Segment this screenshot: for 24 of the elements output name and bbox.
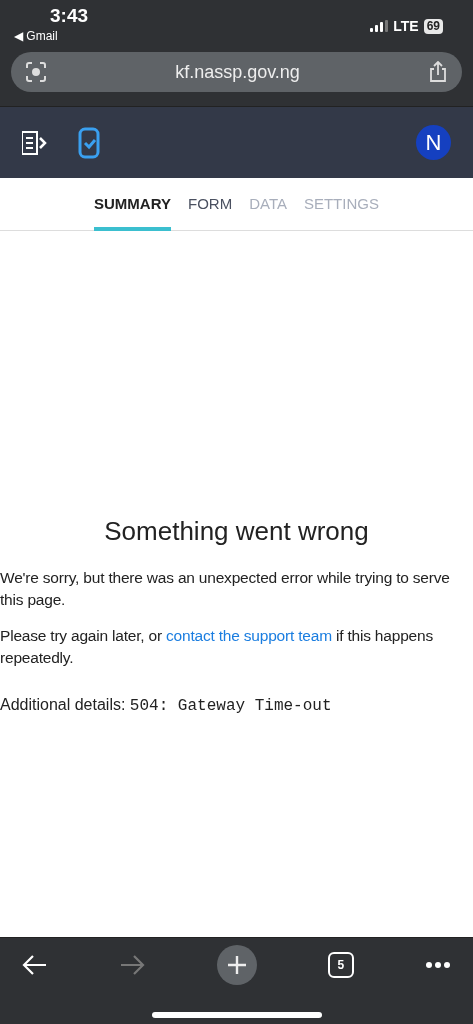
menu-expand-icon[interactable] [22, 129, 48, 156]
back-arrow-icon[interactable] [22, 954, 48, 976]
error-message: We're sorry, but there was an unexpected error while trying to serve this page. [0, 568, 451, 610]
share-icon[interactable] [428, 61, 448, 83]
error-code: 504: Gateway Time-out [129, 697, 332, 715]
back-to-app-link[interactable]: ◀ Gmail [14, 28, 89, 44]
details-label: Additional details: [0, 696, 127, 713]
battery-indicator: 69 [423, 18, 443, 34]
user-avatar[interactable]: N [416, 125, 451, 160]
new-tab-button[interactable] [216, 945, 257, 985]
url-text: kf.nassp.gov.ng [175, 60, 300, 84]
camera-scan-icon[interactable] [25, 61, 47, 83]
status-time: 3:43 [49, 4, 89, 28]
checklist-logo-icon[interactable] [78, 126, 100, 159]
error-title: Something went wrong [103, 515, 370, 548]
tab-count-button[interactable]: 5 [327, 952, 354, 978]
tab[interactable]: FORM [188, 178, 233, 231]
tab[interactable]: SUMMARY [94, 178, 171, 231]
support-link[interactable]: contact the support team [166, 627, 332, 644]
network-label: LTE [393, 16, 419, 36]
signal-icon [370, 20, 389, 32]
address-bar[interactable]: kf.nassp.gov.ng [11, 52, 462, 92]
more-icon[interactable] [425, 961, 451, 969]
retry-message: Please try again later, or contact the support team if this happens repeatedly. [0, 626, 434, 668]
